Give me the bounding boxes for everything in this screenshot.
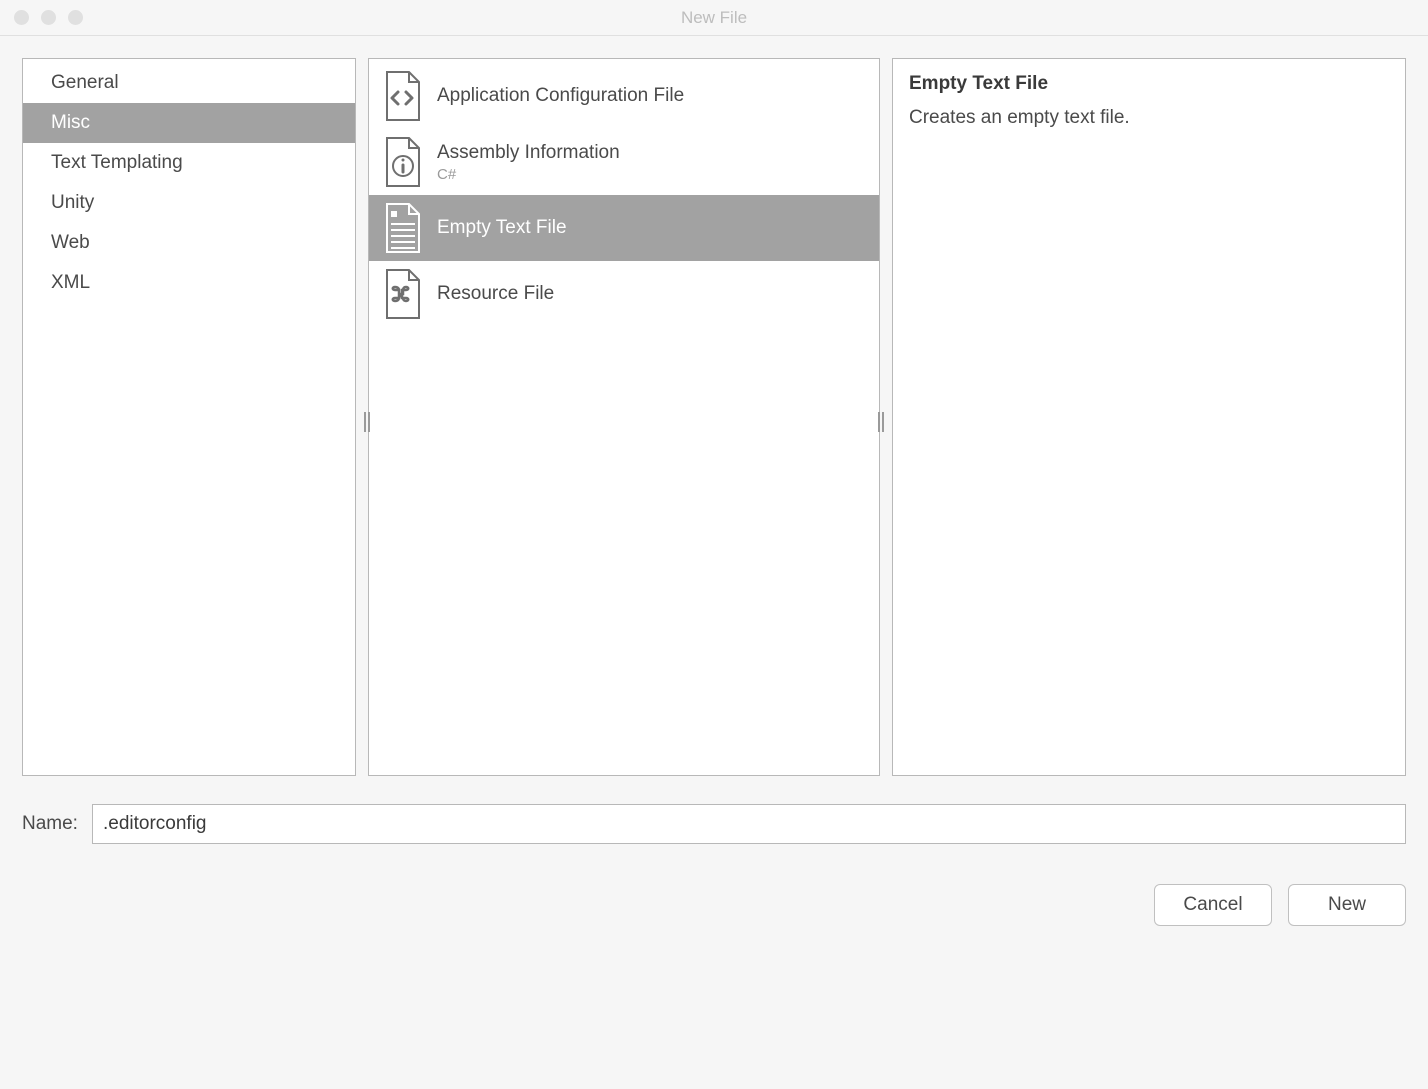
dialog-content: General Misc Text Templating Unity Web X… [0, 36, 1428, 948]
template-panel: Application Configuration File [368, 58, 880, 776]
text-file-icon [381, 202, 423, 254]
name-input[interactable] [92, 804, 1406, 844]
cancel-button-label: Cancel [1183, 894, 1242, 916]
template-item-resource-file[interactable]: Resource File [369, 261, 879, 327]
category-label: Web [51, 232, 90, 254]
template-list: Application Configuration File [369, 59, 879, 327]
command-file-icon [381, 268, 423, 320]
category-label: Unity [51, 192, 94, 214]
category-item-general[interactable]: General [23, 63, 355, 103]
category-item-text-templating[interactable]: Text Templating [23, 143, 355, 183]
minimize-window-button[interactable] [41, 10, 56, 25]
titlebar: New File [0, 0, 1428, 36]
new-button-label: New [1328, 894, 1366, 916]
template-item-empty-text[interactable]: Empty Text File [369, 195, 879, 261]
window-title: New File [0, 8, 1428, 28]
window-controls [0, 10, 83, 25]
category-item-xml[interactable]: XML [23, 263, 355, 303]
template-label: Application Configuration File [437, 85, 684, 107]
category-label: XML [51, 272, 90, 294]
code-file-icon [381, 70, 423, 122]
template-label: Assembly Information [437, 142, 620, 164]
category-label: General [51, 72, 119, 94]
info-file-icon [381, 136, 423, 188]
template-item-app-config[interactable]: Application Configuration File [369, 63, 879, 129]
category-label: Text Templating [51, 152, 183, 174]
category-item-misc[interactable]: Misc [23, 103, 355, 143]
category-list: General Misc Text Templating Unity Web X… [23, 59, 355, 303]
name-row: Name: [22, 804, 1406, 844]
zoom-window-button[interactable] [68, 10, 83, 25]
name-label: Name: [22, 813, 78, 835]
description-body: Creates an empty text file. [909, 105, 1389, 131]
category-panel: General Misc Text Templating Unity Web X… [22, 58, 356, 776]
template-item-assembly-info[interactable]: Assembly Information C# [369, 129, 879, 195]
template-sublabel: C# [437, 166, 620, 183]
panels-row: General Misc Text Templating Unity Web X… [22, 58, 1406, 776]
description-title: Empty Text File [909, 73, 1389, 95]
category-item-unity[interactable]: Unity [23, 183, 355, 223]
cancel-button[interactable]: Cancel [1154, 884, 1272, 926]
new-button[interactable]: New [1288, 884, 1406, 926]
category-label: Misc [51, 112, 90, 134]
template-label: Resource File [437, 283, 554, 305]
description-panel: Empty Text File Creates an empty text fi… [892, 58, 1406, 776]
button-row: Cancel New [22, 884, 1406, 926]
template-label: Empty Text File [437, 217, 567, 239]
close-window-button[interactable] [14, 10, 29, 25]
category-item-web[interactable]: Web [23, 223, 355, 263]
resize-grip-left-icon[interactable] [363, 411, 371, 433]
resize-grip-right-icon[interactable] [877, 411, 885, 433]
